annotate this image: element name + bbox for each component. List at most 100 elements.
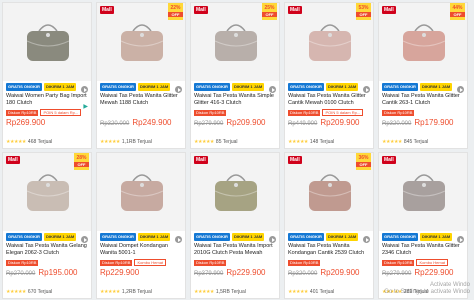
product-name[interactable]: Waiwai Tas Pesta Wanita Glitter Mewah 11… (97, 91, 185, 108)
product-card[interactable]: Mall 28% OFF GRATIS ONGKIR DIKIRIM 1 JAM Waiw… (2, 152, 92, 299)
product-image[interactable]: Mall (191, 153, 279, 231)
fast-delivery-badge: DIKIRIM 1 JAM (43, 233, 77, 241)
video-play-icon[interactable] (457, 86, 464, 93)
star-rating-icon: ★★★★★ (100, 139, 120, 145)
discount-badge: 53% OFF (356, 3, 371, 20)
product-name[interactable]: Waiwai Tas Pesta Wanita Kondangan Cantik… (285, 241, 373, 258)
rating-row: ★★★★★ 845 Terjual (382, 139, 428, 145)
original-price: Rp270.000 (6, 271, 36, 277)
sold-count: 1,1RB Terjual (121, 139, 152, 145)
badge-row: GRATIS ONGKIR DIKIRIM 1 JAM (379, 81, 467, 91)
video-play-icon[interactable] (81, 236, 88, 243)
product-image[interactable]: Mall 28% OFF (3, 153, 91, 231)
activate-windows-watermark: Activate Windo Go to Settings to activat… (384, 282, 470, 296)
product-card[interactable]: Mall 53% OFF GRATIS ONGKIR DIKIRIM 1 JAM Waiw… (284, 2, 374, 149)
product-name[interactable]: Waiwai Tas Pesta Wanita Glitter 2346 Clu… (379, 241, 467, 258)
product-name[interactable]: Waiwai Tas Pesta Wanita Glitter Cantik M… (285, 91, 373, 108)
free-shipping-badge: GRATIS ONGKIR (288, 83, 324, 91)
discount-tag: Diskon Rp10RB (382, 109, 415, 116)
product-name[interactable]: Waiwai Women Party Bag Import 180 Clutch (3, 91, 91, 108)
video-play-icon[interactable] (363, 236, 370, 243)
free-shipping-badge: GRATIS ONGKIR (100, 233, 136, 241)
promo-tag: Kombo Hemat (134, 259, 167, 266)
product-image[interactable]: Mall 53% OFF (285, 3, 373, 81)
product-image[interactable]: Mall 44% OFF (379, 3, 467, 81)
product-name[interactable]: Waiwai Tas Pesta Wanita Simple Glitter 4… (191, 91, 279, 108)
star-rating-icon: ★★★★★ (194, 139, 214, 145)
badge-row: GRATIS ONGKIR DIKIRIM 1 JAM (3, 231, 91, 241)
promo-tag: Kombo Hemat (416, 259, 449, 266)
truck-icon: ▶ (83, 104, 88, 110)
video-play-icon[interactable] (175, 236, 182, 243)
sale-price: Rp179.900 (414, 118, 454, 127)
sold-count: 1,2RB Terjual (121, 289, 152, 295)
product-card[interactable]: Mall 22% OFF GRATIS ONGKIR DIKIRIM 1 JAM Waiw… (96, 2, 186, 149)
video-play-icon[interactable] (363, 86, 370, 93)
fast-delivery-badge: DIKIRIM 1 JAM (325, 233, 359, 241)
promo-tags: Diskon Rp10RB POIN 5 dalam Rp... (285, 108, 373, 116)
video-play-icon[interactable] (457, 236, 464, 243)
star-rating-icon: ★★★★★ (6, 289, 26, 295)
sale-price: Rp229.900 (100, 268, 140, 277)
price-row: Rp279.900 Rp229.900 (379, 266, 467, 278)
mall-badge: Mall (6, 156, 20, 164)
discount-tag: Diskon Rp10RB (194, 109, 227, 116)
discount-badge: 28% OFF (74, 153, 89, 170)
video-play-icon[interactable] (81, 86, 88, 93)
fast-delivery-badge: DIKIRIM 1 JAM (43, 83, 77, 91)
free-shipping-badge: GRATIS ONGKIR (194, 233, 230, 241)
video-play-icon[interactable] (175, 86, 182, 93)
promo-tags: Diskon Rp10RB (191, 258, 279, 266)
mall-badge: Mall (100, 6, 114, 14)
discount-tag: Diskon Rp10RB (382, 259, 415, 266)
promo-tags: Diskon Rp10RB (285, 258, 373, 266)
product-card[interactable]: Mall GRATIS ONGKIR DIKIRIM 1 JAM Waiwai Tas… (378, 152, 468, 299)
promo-tag: POIN 5 dalam Rp... (322, 109, 364, 116)
sold-count: 85 Terjual (215, 139, 238, 145)
product-image[interactable] (3, 3, 91, 81)
product-card[interactable]: Mall 36% OFF GRATIS ONGKIR DIKIRIM 1 JAM Waiw… (284, 152, 374, 299)
fast-delivery-badge: DIKIRIM 1 JAM (419, 83, 453, 91)
discount-badge: 25% OFF (262, 3, 277, 20)
watermark-title: Activate Windo (429, 282, 470, 288)
sale-price: Rp209.900 (226, 118, 266, 127)
product-card[interactable]: GRATIS ONGKIR DIKIRIM 1 JAM Waiwai Women P… (2, 2, 92, 149)
product-image[interactable] (97, 153, 185, 231)
free-shipping-badge: GRATIS ONGKIR (382, 83, 418, 91)
promo-tags: Diskon Rp10RB (191, 108, 279, 116)
product-image[interactable]: Mall 22% OFF (97, 3, 185, 81)
product-card[interactable]: Mall 25% OFF GRATIS ONGKIR DIKIRIM 1 JAM Waiw… (190, 2, 280, 149)
free-shipping-badge: GRATIS ONGKIR (382, 233, 418, 241)
badge-row: GRATIS ONGKIR DIKIRIM 1 JAM (285, 81, 373, 91)
promo-tags (97, 108, 185, 116)
product-card[interactable]: Mall 44% OFF GRATIS ONGKIR DIKIRIM 1 JAM Waiw… (378, 2, 468, 149)
price-row: Rp379.900 Rp229.900 (191, 266, 279, 278)
promo-tags: Diskon Rp10RB Kombo Hemat (97, 258, 185, 266)
video-play-icon[interactable] (269, 86, 276, 93)
price-row: Rp320.000 Rp249.900 (97, 116, 185, 128)
video-play-icon[interactable] (269, 236, 276, 243)
sale-price: Rp229.900 (414, 268, 454, 277)
product-card[interactable]: Mall GRATIS ONGKIR DIKIRIM 1 JAM Waiwai Tas… (190, 152, 280, 299)
sold-count: 845 Terjual (403, 139, 429, 145)
clutch-bag-icon (120, 24, 164, 61)
product-name[interactable]: Waiwai Tas Pesta Wanita Import 2010G Clu… (191, 241, 279, 258)
sale-price: Rp249.900 (132, 118, 172, 127)
badge-row: GRATIS ONGKIR DIKIRIM 1 JAM (191, 81, 279, 91)
product-name[interactable]: Waiwai Tas Pesta Wanita Glitter Cantik 2… (379, 91, 467, 108)
sold-count: 670 Terjual (27, 289, 53, 295)
sale-price: Rp209.900 (320, 118, 360, 127)
promo-tags: Diskon Rp10RB (3, 258, 91, 266)
star-rating-icon: ★★★★★ (288, 289, 308, 295)
sold-count: 468 Terjual (27, 139, 53, 145)
clutch-bag-icon (120, 174, 164, 211)
product-name[interactable]: Waiwai Tas Pesta Wanita Gelang Elegan 20… (3, 241, 91, 258)
discount-tag: Diskon Rp10RB (100, 259, 133, 266)
product-card[interactable]: GRATIS ONGKIR DIKIRIM 1 JAM Waiwai Dompet … (96, 152, 186, 299)
fast-delivery-badge: DIKIRIM 1 JAM (137, 83, 171, 91)
product-name[interactable]: Waiwai Dompet Kondangan Wanita 5001-1 (97, 241, 185, 258)
rating-row: ★★★★★ 148 Terjual (288, 139, 334, 145)
product-image[interactable]: Mall (379, 153, 467, 231)
product-image[interactable]: Mall 25% OFF (191, 3, 279, 81)
product-image[interactable]: Mall 36% OFF (285, 153, 373, 231)
